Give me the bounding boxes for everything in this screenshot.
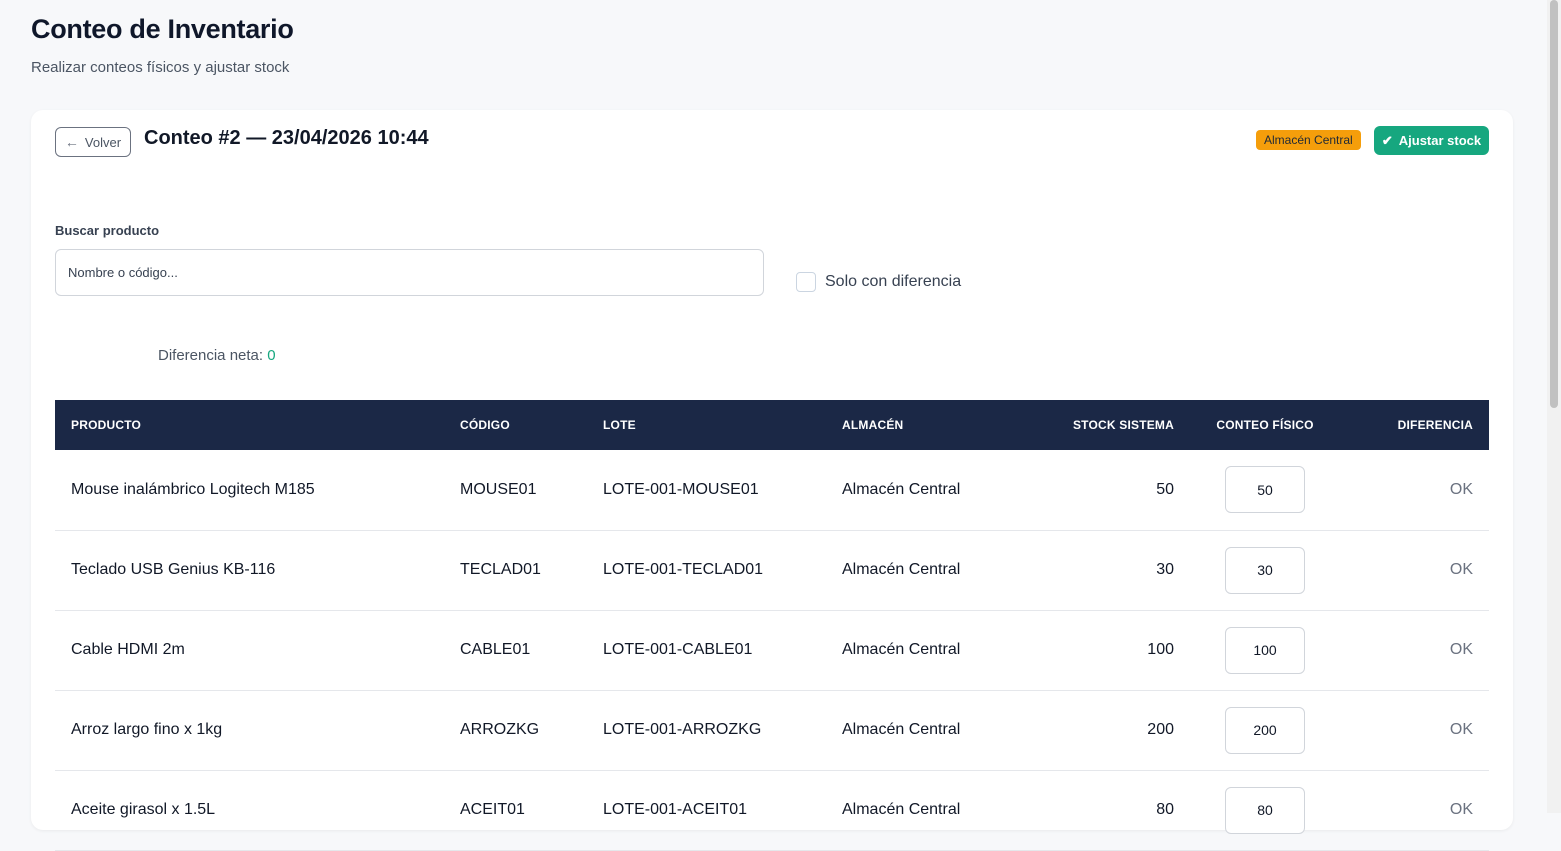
- cell-difference: OK: [1449, 721, 1473, 738]
- cell-product: Aceite girasol x 1.5L: [71, 801, 216, 818]
- physical-count-input[interactable]: [1225, 626, 1305, 674]
- cell-warehouse: Almacén Central: [842, 480, 961, 498]
- cell-warehouse: Almacén Central: [842, 801, 961, 818]
- cell-difference: OK: [1449, 801, 1473, 818]
- page-title: Conteo de Inventario: [31, 14, 294, 44]
- warehouse-badge: Almacén Central: [1256, 130, 1361, 150]
- count-title: Conteo #2 — 23/04/2026 10:44: [144, 127, 429, 149]
- cell-product: Cable HDMI 2m: [71, 641, 185, 658]
- cell-system-stock: 200: [1147, 721, 1174, 738]
- back-button[interactable]: ← Volver: [55, 127, 131, 157]
- table-row: Teclado USB Genius KB-116 TECLAD01 LOTE-…: [55, 530, 1489, 610]
- cell-physical-count: [1190, 530, 1340, 610]
- net-diff-value: 0: [267, 347, 276, 364]
- cell-system-stock: 50: [1156, 480, 1174, 498]
- adjust-stock-button[interactable]: ✔ Ajustar stock: [1374, 126, 1489, 155]
- cell-system-stock: 100: [1147, 641, 1174, 658]
- count-card: ← Volver Conteo #2 — 23/04/2026 10:44 Al…: [31, 110, 1513, 850]
- cell-lot: LOTE-001-ARROZKG: [603, 721, 762, 738]
- only-diff-checkbox[interactable]: [796, 272, 816, 292]
- cell-warehouse: Almacén Central: [842, 641, 961, 658]
- net-diff-label: Diferencia neta:: [158, 347, 264, 364]
- search-input[interactable]: [55, 249, 764, 296]
- col-header-system-stock[interactable]: STOCK SISTEMA: [1006, 400, 1190, 450]
- table-row: Arroz largo fino x 1kg ARROZKG LOTE-001-…: [55, 690, 1489, 770]
- cell-physical-count: [1190, 690, 1340, 770]
- physical-count-input[interactable]: [1225, 706, 1305, 754]
- cell-code: TECLAD01: [460, 561, 541, 578]
- physical-count-input[interactable]: [1225, 546, 1305, 594]
- net-diff: Diferencia neta: 0: [158, 347, 276, 364]
- arrow-left-icon: ←: [64, 134, 79, 150]
- back-button-label: Volver: [84, 134, 122, 150]
- cell-system-stock: 30: [1156, 561, 1174, 578]
- cell-code: ARROZKG: [460, 721, 540, 738]
- page-subtitle: Realizar conteos físicos y ajustar stock: [31, 59, 290, 76]
- col-header-product[interactable]: PRODUCTO: [55, 400, 444, 450]
- physical-count-input[interactable]: [1225, 786, 1305, 834]
- only-diff-label: Solo con diferencia: [825, 273, 962, 290]
- page-scrollbar[interactable]: [1547, 0, 1561, 813]
- cell-warehouse: Almacén Central: [842, 561, 961, 578]
- col-header-warehouse[interactable]: ALMACÉN: [826, 400, 1006, 450]
- cell-system-stock: 80: [1156, 801, 1174, 818]
- only-diff-filter[interactable]: Solo con diferencia: [796, 272, 961, 292]
- table-row: Aceite girasol x 1.5L ACEIT01 LOTE-001-A…: [55, 770, 1489, 850]
- cell-product: Teclado USB Genius KB-116: [71, 561, 276, 578]
- cell-code: ACEIT01: [460, 801, 525, 818]
- table-row: Mouse inalámbrico Logitech M185 MOUSE01 …: [55, 450, 1489, 530]
- col-header-lot[interactable]: LOTE: [587, 400, 826, 450]
- cell-lot: LOTE-001-MOUSE01: [603, 480, 759, 498]
- cell-product: Arroz largo fino x 1kg: [71, 721, 223, 738]
- page-header: Conteo de Inventario Realizar conteos fí…: [31, 14, 294, 76]
- cell-difference: OK: [1449, 641, 1473, 658]
- cell-lot: LOTE-001-ACEIT01: [603, 801, 748, 818]
- physical-count-input[interactable]: [1225, 466, 1305, 514]
- table-header-row: PRODUCTO CÓDIGO LOTE ALMACÉN STOCK SISTE…: [55, 400, 1489, 450]
- count-table-wrap: PRODUCTO CÓDIGO LOTE ALMACÉN STOCK SISTE…: [55, 400, 1489, 851]
- cell-physical-count: [1190, 450, 1340, 530]
- col-header-physical-count[interactable]: CONTEO FÍSICO: [1190, 400, 1340, 450]
- cell-lot: LOTE-001-CABLE01: [603, 641, 753, 658]
- cell-physical-count: [1190, 610, 1340, 690]
- table-row: Cable HDMI 2m CABLE01 LOTE-001-CABLE01 A…: [55, 610, 1489, 690]
- cell-product: Mouse inalámbrico Logitech M185: [71, 480, 315, 498]
- count-table: PRODUCTO CÓDIGO LOTE ALMACÉN STOCK SISTE…: [55, 400, 1489, 851]
- cell-difference: OK: [1449, 561, 1473, 578]
- cell-lot: LOTE-001-TECLAD01: [603, 561, 764, 578]
- col-header-difference[interactable]: DIFERENCIA: [1340, 400, 1489, 450]
- cell-warehouse: Almacén Central: [842, 721, 961, 738]
- adjust-stock-label: Ajustar stock: [1398, 133, 1482, 148]
- col-header-code[interactable]: CÓDIGO: [444, 400, 587, 450]
- cell-difference: OK: [1449, 480, 1473, 498]
- cell-physical-count: [1190, 770, 1340, 850]
- search-label: Buscar producto: [55, 223, 160, 238]
- page-scrollbar-thumb[interactable]: [1550, 0, 1558, 408]
- cell-code: MOUSE01: [460, 480, 537, 498]
- check-icon: ✔: [1381, 132, 1393, 148]
- cell-code: CABLE01: [460, 641, 531, 658]
